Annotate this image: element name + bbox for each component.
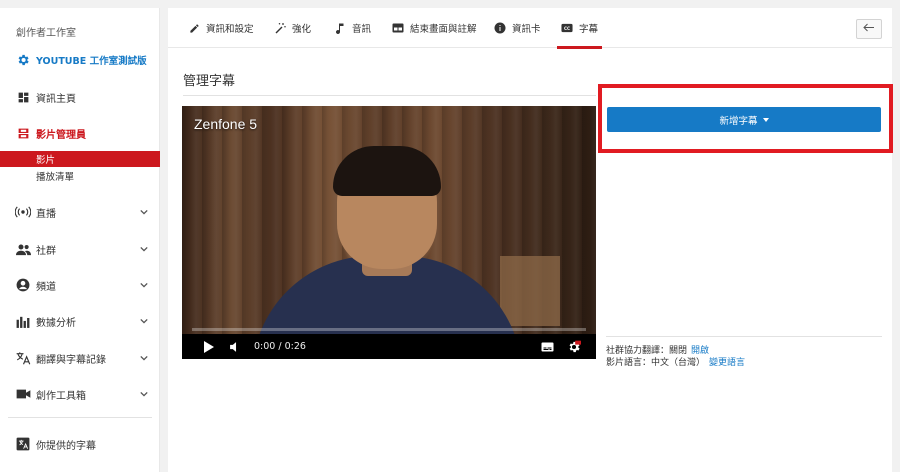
sidebar-item-contributed-subtitles[interactable]: 你提供的字幕	[0, 432, 160, 456]
chevron-down-icon[interactable]	[140, 245, 148, 253]
tab-subtitles[interactable]: CC 字幕	[556, 8, 603, 49]
info-icon	[494, 22, 506, 34]
tab-label: 結束畫面與註解	[410, 24, 477, 35]
translate-icon	[14, 349, 32, 367]
tab-label: 字幕	[579, 24, 599, 35]
change-language-link[interactable]: 變更語言	[709, 358, 745, 368]
chevron-down-icon[interactable]	[140, 317, 148, 325]
subtitles-icon[interactable]	[540, 340, 554, 354]
live-broadcast-icon	[14, 203, 32, 221]
video-manager-icon	[14, 124, 32, 142]
tab-label: 資訊卡	[512, 24, 541, 35]
sidebar: 創作者工作室 YOUTUBE 工作室測試版 資訊主頁 影片管理員 影片 播放清單…	[0, 8, 160, 472]
music-note-icon	[334, 22, 346, 34]
sidebar-item-channel[interactable]: 頻道	[0, 273, 160, 297]
back-button[interactable]	[856, 19, 882, 39]
sidebar-item-label: 你提供的字幕	[36, 440, 96, 452]
sidebar-title: 創作者工作室	[16, 28, 76, 39]
sidebar-item-label: 翻譯與字幕記錄	[36, 354, 106, 366]
gear-icon	[14, 51, 32, 69]
play-icon[interactable]	[202, 340, 216, 354]
video-language-row: 影片語言：中文（台灣） 變更語言	[606, 355, 745, 368]
dashboard-icon	[14, 88, 32, 106]
tab-label: 強化	[292, 24, 312, 35]
magic-wand-icon	[274, 22, 286, 34]
sidebar-item-label: 創作工具箱	[36, 390, 86, 402]
video-language-status: 影片語言：中文（台灣）	[606, 358, 706, 368]
sidebar-item-community[interactable]: 社群	[0, 237, 160, 261]
add-subtitles-button[interactable]: 新增字幕	[607, 107, 881, 132]
video-controls: 0:00 / 0:26	[182, 334, 596, 359]
sidebar-item-label: 數據分析	[36, 317, 76, 329]
video-time: 0:00 / 0:26	[254, 341, 306, 352]
tab-label: 音訊	[352, 24, 372, 35]
sidebar-item-live[interactable]: 直播	[0, 200, 160, 224]
sidebar-item-label: 社群	[36, 245, 56, 257]
video-player[interactable]: Zenfone 5 0:00 / 0:26	[182, 106, 596, 359]
tab-enhancements[interactable]: 強化	[274, 8, 311, 48]
divider	[183, 95, 596, 96]
chevron-down-icon[interactable]	[140, 281, 148, 289]
sidebar-item-label: 直播	[36, 208, 56, 220]
tab-label: 資訊和設定	[206, 24, 254, 35]
sidebar-item-label: 頻道	[36, 281, 56, 293]
video-title: Zenfone 5	[194, 116, 258, 132]
sidebar-item-analytics[interactable]: 數據分析	[0, 309, 160, 333]
back-arrow-icon	[863, 23, 875, 35]
sidebar-item-label: YOUTUBE 工作室測試版	[36, 56, 147, 67]
volume-icon[interactable]	[228, 340, 242, 354]
chevron-down-icon[interactable]	[140, 390, 148, 398]
video-edit-tabs: 資訊和設定 強化 音訊 結束畫面與註解 資訊卡 CC 字幕	[168, 8, 892, 49]
sidebar-divider	[8, 417, 152, 418]
video-camera-icon	[14, 385, 32, 403]
tab-end-screen[interactable]: 結束畫面與註解	[392, 8, 477, 48]
account-circle-icon	[14, 276, 32, 294]
sidebar-item-studio-beta[interactable]: YOUTUBE 工作室測試版	[0, 48, 160, 72]
sidebar-subitem-playlists[interactable]: 播放清單	[0, 168, 160, 184]
pencil-icon	[188, 22, 200, 34]
sidebar-subitem-label: 影片	[36, 155, 56, 166]
bar-chart-icon	[14, 312, 32, 330]
translate-box-icon	[14, 435, 32, 453]
sidebar-item-create[interactable]: 創作工具箱	[0, 382, 160, 406]
video-progress-bar[interactable]	[192, 328, 586, 331]
video-frame	[182, 106, 596, 359]
sidebar-item-video-manager[interactable]: 影片管理員	[0, 121, 160, 145]
sidebar-subitem-label: 播放清單	[36, 172, 75, 183]
cc-icon: CC	[561, 22, 573, 34]
add-subtitles-label: 新增字幕	[719, 115, 758, 127]
people-icon	[14, 240, 32, 258]
sidebar-item-translations[interactable]: 翻譯與字幕記錄	[0, 346, 160, 370]
tab-audio[interactable]: 音訊	[334, 8, 371, 48]
end-screen-icon	[392, 22, 404, 34]
tab-cards[interactable]: 資訊卡	[494, 8, 541, 48]
sidebar-item-label: 資訊主頁	[36, 93, 76, 105]
main-panel: 資訊和設定 強化 音訊 結束畫面與註解 資訊卡 CC 字幕 管理字幕 Zenfo…	[168, 8, 893, 472]
sidebar-item-dashboard[interactable]: 資訊主頁	[0, 85, 160, 109]
caret-down-icon	[762, 117, 769, 122]
divider	[606, 336, 882, 337]
page-title: 管理字幕	[183, 74, 236, 89]
sidebar-item-label: 影片管理員	[36, 129, 86, 141]
sidebar-subitem-videos[interactable]: 影片	[0, 151, 160, 167]
settings-gear-icon[interactable]	[567, 340, 581, 354]
chevron-down-icon[interactable]	[140, 354, 148, 362]
tab-info-settings[interactable]: 資訊和設定	[188, 8, 254, 48]
svg-text:CC: CC	[564, 26, 570, 31]
chevron-down-icon[interactable]	[140, 208, 148, 216]
